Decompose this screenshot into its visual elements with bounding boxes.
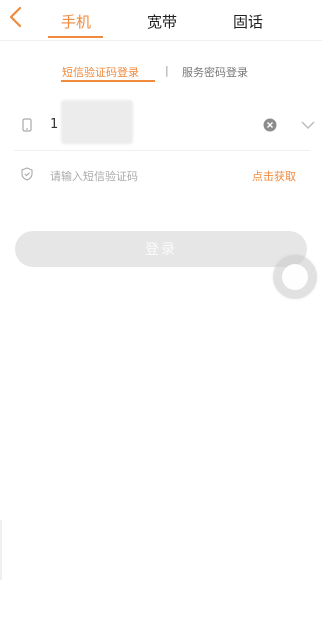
sms-code-input[interactable]: 请输入短信验证码 xyxy=(50,168,138,184)
phone-input[interactable]: 1 xyxy=(50,117,58,132)
login-button-label: 登录 xyxy=(145,242,177,258)
chevron-left-icon xyxy=(9,6,22,28)
mode-separator: | xyxy=(165,64,169,77)
phone-input-row[interactable]: 1 xyxy=(14,100,315,151)
login-button[interactable]: 登录 xyxy=(15,231,307,267)
tab-broadband[interactable]: 宽带 xyxy=(147,11,177,32)
assistive-touch-inner xyxy=(282,264,308,290)
tab-landline[interactable]: 固话 xyxy=(233,11,263,32)
clear-icon[interactable] xyxy=(263,118,277,132)
login-mode-switch: 短信验证码登录 | 服务密码登录 xyxy=(0,64,322,84)
assistive-touch-button[interactable] xyxy=(273,255,317,299)
sms-login-tab[interactable]: 短信验证码登录 xyxy=(62,64,139,80)
sms-code-row[interactable]: 请输入短信验证码 点击获取 xyxy=(14,151,310,201)
shield-icon xyxy=(21,167,33,181)
back-button[interactable] xyxy=(6,5,26,29)
edge-shadow xyxy=(0,520,2,580)
sms-login-indicator xyxy=(61,80,155,82)
tab-mobile[interactable]: 手机 xyxy=(61,11,91,32)
password-login-tab[interactable]: 服务密码登录 xyxy=(182,64,248,80)
phone-number-blur xyxy=(61,100,133,144)
get-code-button[interactable]: 点击获取 xyxy=(252,168,296,184)
active-tab-indicator xyxy=(48,36,103,38)
chevron-down-icon[interactable] xyxy=(300,119,316,131)
phone-icon xyxy=(22,118,32,132)
top-bar: 手机 宽带 固话 xyxy=(0,0,322,40)
header-divider xyxy=(0,40,322,41)
